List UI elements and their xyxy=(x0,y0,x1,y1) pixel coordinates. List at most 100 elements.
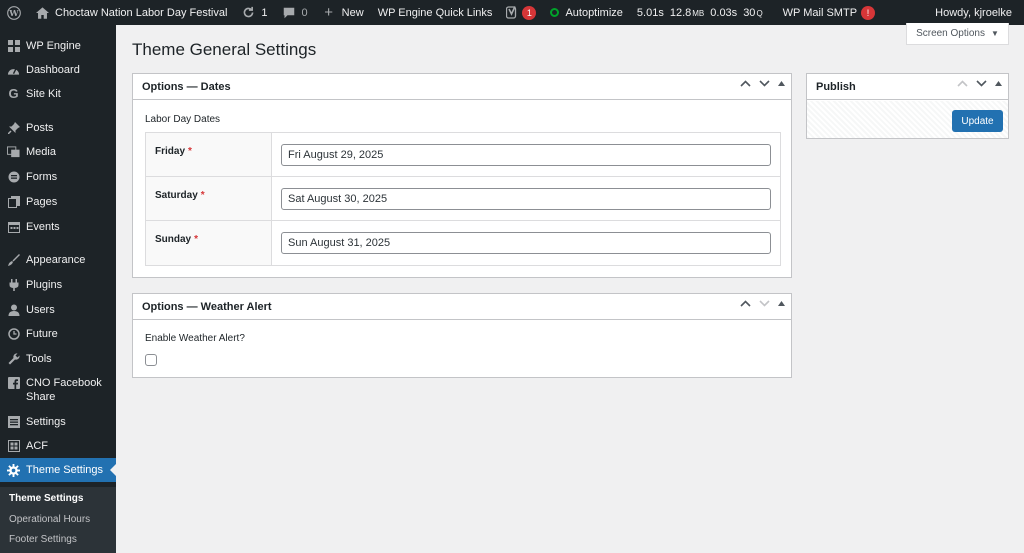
my-account-menu[interactable]: Howdy, kjroelke xyxy=(928,0,1024,25)
wp-logo-button[interactable]: W xyxy=(0,0,28,25)
sidebar-item-label: Tools xyxy=(26,353,52,365)
submenu-item-footer-settings[interactable]: Footer Settings xyxy=(9,534,77,545)
move-down-icon[interactable] xyxy=(976,80,987,87)
sidebar-item-users[interactable]: Users xyxy=(0,303,116,317)
sidebar-item-acf[interactable]: ACF xyxy=(0,439,116,453)
comment-icon xyxy=(282,6,296,20)
weather-alert-checkbox[interactable] xyxy=(145,354,157,366)
dates-postbox-header: Options — Dates xyxy=(133,74,791,100)
acf-icon xyxy=(7,439,20,452)
move-up-icon[interactable] xyxy=(740,300,751,307)
howdy-text: Howdy, kjroelke xyxy=(935,6,1012,19)
comments-link[interactable]: 0 xyxy=(275,0,315,25)
query-monitor-menu[interactable]: 5.01s 12.8MB 0.03s 30Q xyxy=(630,0,776,25)
required-marker: * xyxy=(194,234,199,245)
perf-queries-unit: Q xyxy=(756,8,763,18)
perf-time: 5.01s xyxy=(636,6,664,19)
sidebar-item-site-kit[interactable]: G Site Kit xyxy=(0,86,116,101)
sidebar-item-label: Plugins xyxy=(26,279,63,291)
sidebar-item-label: Future xyxy=(26,328,58,340)
page-title: Theme General Settings xyxy=(132,40,317,59)
sidebar-item-label-line1: CNO Facebook xyxy=(26,377,102,389)
new-label: New xyxy=(341,6,364,19)
yoast-icon xyxy=(506,6,518,19)
sidebar-item-dashboard[interactable]: Dashboard xyxy=(0,63,116,77)
sidebar-item-posts[interactable]: Posts xyxy=(0,121,116,135)
saturday-date-input[interactable] xyxy=(281,188,771,210)
calendar-icon xyxy=(7,220,20,233)
perf-queries-value: 30 xyxy=(743,6,756,19)
sidebar-item-label: Events xyxy=(26,221,60,233)
submenu-item-operational-hours[interactable]: Operational Hours xyxy=(9,514,90,525)
yoast-menu[interactable]: 1 xyxy=(499,0,543,25)
new-content-link[interactable]: + New xyxy=(315,0,371,25)
sidebar-item-pages[interactable]: Pages xyxy=(0,195,116,209)
postbox-handle-actions xyxy=(740,80,785,87)
friday-date-input[interactable] xyxy=(281,144,771,166)
sidebar-item-future[interactable]: Future xyxy=(0,327,116,341)
required-marker: * xyxy=(200,190,205,201)
settings-icon xyxy=(7,415,20,428)
perf-queries: 30Q xyxy=(743,7,762,19)
theme-settings-submenu: Theme Settings Operational Hours Footer … xyxy=(0,487,116,553)
toggle-panel-icon[interactable] xyxy=(778,81,785,86)
home-icon xyxy=(35,6,49,20)
screen-options-button[interactable]: Screen Options ▼ xyxy=(906,23,1009,45)
sidebar-item-tools[interactable]: Tools xyxy=(0,352,116,366)
site-name: Choctaw Nation Labor Day Festival xyxy=(55,6,228,19)
move-up-icon[interactable] xyxy=(957,80,968,87)
postbox-title: Publish xyxy=(816,80,856,93)
sidebar-item-label: Settings xyxy=(26,416,66,428)
clock-icon xyxy=(7,327,20,340)
sidebar-item-media[interactable]: Media xyxy=(0,145,116,159)
perf-db-time: 0.03s xyxy=(710,6,738,19)
sidebar-item-forms[interactable]: Forms xyxy=(0,170,116,184)
status-ok-icon xyxy=(550,8,560,17)
sidebar-item-label: Forms xyxy=(26,171,58,183)
pages-icon xyxy=(7,195,20,208)
sidebar-item-appearance[interactable]: Appearance xyxy=(0,253,116,267)
wrench-icon xyxy=(7,352,20,365)
sidebar-item-label: CNO Facebook Share xyxy=(26,376,102,404)
submenu-item-theme-settings[interactable]: Theme Settings xyxy=(9,493,83,504)
publish-postbox: Publish Update xyxy=(806,73,1009,139)
move-down-icon[interactable] xyxy=(759,300,770,307)
caret-down-icon: ▼ xyxy=(991,29,999,38)
site-name-link[interactable]: Choctaw Nation Labor Day Festival xyxy=(28,0,234,25)
user-icon xyxy=(7,303,20,316)
move-down-icon[interactable] xyxy=(759,80,770,87)
labor-day-dates-label: Labor Day Dates xyxy=(145,114,221,125)
forms-icon xyxy=(7,170,20,183)
weather-postbox-header: Options — Weather Alert xyxy=(133,294,791,320)
wordpress-icon: W xyxy=(7,5,21,20)
weather-postbox: Options — Weather Alert Enable Weather A… xyxy=(132,293,792,378)
sunday-date-input[interactable] xyxy=(281,232,771,254)
admin-sidebar: WP Engine Dashboard G Site Kit Posts Med… xyxy=(0,25,116,553)
move-up-icon[interactable] xyxy=(740,80,751,87)
wpengine-quick-links[interactable]: WP Engine Quick Links xyxy=(371,0,500,25)
updates-link[interactable]: 1 xyxy=(234,0,274,25)
friday-label: Friday * xyxy=(146,133,272,176)
grid-icon xyxy=(7,39,20,52)
sidebar-item-wp-engine[interactable]: WP Engine xyxy=(0,39,116,53)
gear-icon xyxy=(7,463,20,477)
autoptimize-menu[interactable]: Autoptimize xyxy=(543,0,629,25)
toggle-panel-icon[interactable] xyxy=(778,301,785,306)
update-button[interactable]: Update xyxy=(952,110,1003,132)
sidebar-item-theme-settings[interactable]: Theme Settings xyxy=(0,458,116,482)
wp-mail-smtp-menu[interactable]: WP Mail SMTP ! xyxy=(776,0,882,25)
weather-alert-label: Enable Weather Alert? xyxy=(145,333,245,344)
sidebar-item-settings[interactable]: Settings xyxy=(0,415,116,429)
row-label-text: Friday xyxy=(155,146,186,157)
admin-bar: W Choctaw Nation Labor Day Festival 1 0 … xyxy=(0,0,1024,25)
toggle-panel-icon[interactable] xyxy=(995,81,1002,86)
sidebar-item-events[interactable]: Events xyxy=(0,220,116,234)
perf-memory-value: 12.8 xyxy=(669,6,692,19)
sidebar-item-plugins[interactable]: Plugins xyxy=(0,278,116,292)
comments-count: 0 xyxy=(301,6,308,19)
sidebar-item-label: WP Engine xyxy=(26,40,81,52)
smtp-label: WP Mail SMTP xyxy=(782,6,858,19)
sidebar-item-cno-facebook-share[interactable]: CNO Facebook Share xyxy=(0,376,116,404)
sidebar-item-label: Pages xyxy=(26,196,58,208)
paintbrush-icon xyxy=(7,253,20,266)
